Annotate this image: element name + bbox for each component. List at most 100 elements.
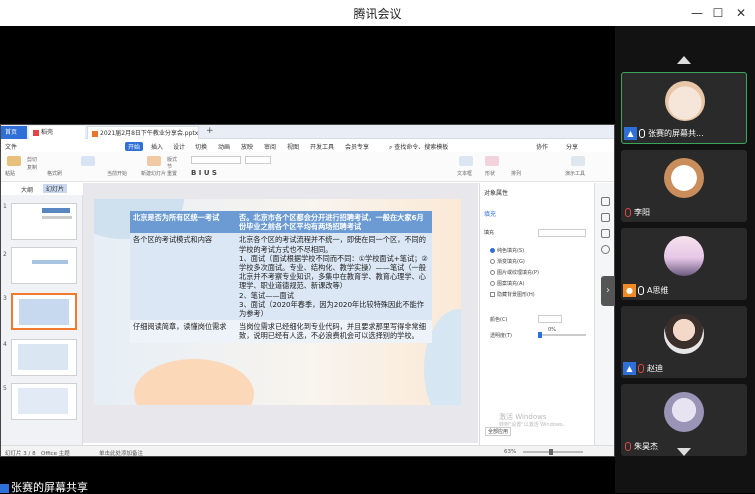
help-icon[interactable] <box>601 245 610 254</box>
table-cell-answer[interactable]: 否。北京市各个区都会分开进行招聘考试，一般在大家6月份毕业之前各个区平均有两场招… <box>236 211 432 234</box>
text-format-icons[interactable]: B I U S <box>191 169 217 177</box>
maximize-icon[interactable]: ☐ <box>707 3 729 23</box>
minimize-icon[interactable]: — <box>686 3 708 23</box>
fill-option-picture[interactable]: 图片或纹理填充(P) <box>490 269 539 276</box>
participant-card[interactable]: ● A思维 <box>621 228 747 300</box>
font-family-select[interactable] <box>191 156 241 164</box>
menu-animation[interactable]: 动画 <box>218 142 230 151</box>
fill-option-pattern[interactable]: 图案填充(A) <box>490 280 524 287</box>
menu-slideshow[interactable]: 放映 <box>241 142 253 151</box>
tab-home[interactable]: 首页 <box>1 126 27 139</box>
faq-table[interactable]: 北京是否为所有区统一考试 否。北京市各个区都会分开进行招聘考试，一般在大家6月份… <box>130 211 432 343</box>
tab-file[interactable]: 2021届2月8日下午教业分享会.pptx <box>87 126 199 139</box>
transparency-slider[interactable] <box>538 332 586 338</box>
format-painter-button[interactable]: 格式刷 <box>47 170 62 177</box>
slide-thumbnail-2[interactable] <box>11 247 77 284</box>
mic-muted-icon[interactable] <box>625 442 631 451</box>
mic-muted-icon[interactable] <box>625 208 631 217</box>
screen-share-indicator: 张赛的屏幕共享 <box>0 482 200 493</box>
slide-thumbnail-1[interactable] <box>11 203 77 240</box>
participant-name: 朱昊杰 <box>634 442 658 451</box>
table-cell-question[interactable]: 各个区的考试模式和内容 <box>130 233 236 321</box>
reset-button[interactable]: 重置 <box>167 170 177 177</box>
menu-design[interactable]: 设计 <box>173 142 185 151</box>
animation-icon[interactable] <box>601 229 610 238</box>
table-cell-answer[interactable]: 当岗位需求已经细化到专业代码，并且要求那里写得非常细致，说明已经有人选，不必浪费… <box>236 320 432 343</box>
style-icon[interactable] <box>601 213 610 222</box>
pane-tabs: 大纲 幻灯片 <box>1 183 81 194</box>
new-slide-icon[interactable] <box>147 156 161 166</box>
checkbox-icon <box>490 292 495 297</box>
zoom-value[interactable]: 63% <box>504 449 516 455</box>
participant-card[interactable]: ▲ 张赛的屏幕共... <box>621 72 747 144</box>
textbox-icon[interactable] <box>459 156 473 166</box>
color-picker[interactable] <box>538 315 562 323</box>
scroll-up-icon[interactable] <box>677 56 691 64</box>
fill-option-gradient[interactable]: 渐变填充(G) <box>490 258 525 265</box>
participant-name: 赵迪 <box>647 364 663 373</box>
participant-card[interactable]: 李阳 <box>621 150 747 222</box>
menu-transition[interactable]: 切换 <box>195 142 207 151</box>
presentation-tools-label: 演示工具 <box>565 171 586 177</box>
close-icon[interactable]: ✕ <box>730 3 752 23</box>
menu-view[interactable]: 视图 <box>287 142 299 151</box>
section-button[interactable]: 节 <box>167 163 172 170</box>
expand-panel-handle[interactable]: › <box>601 276 615 306</box>
slide-thumbnail-4[interactable] <box>11 339 77 376</box>
menu-insert[interactable]: 插入 <box>151 142 163 151</box>
slide-thumbnail-5[interactable] <box>11 383 77 420</box>
table-cell-question[interactable]: 仔细阅读简章，读懂岗位需求 <box>130 320 236 343</box>
table-cell-question[interactable]: 北京是否为所有区统一考试 <box>130 211 236 234</box>
slide-thumbnails-pane: 1 2 3 4 5 <box>1 195 83 445</box>
participant-card[interactable]: ▲ 赵迪 <box>621 306 747 378</box>
tab-docer[interactable]: 稻壳 <box>29 126 85 139</box>
start-from-current-label: 当前开始 <box>107 171 128 177</box>
start-from-current-icon[interactable] <box>81 156 95 166</box>
participants-panel: ▲ 张赛的屏幕共... 李阳 ● A思维 ▲ 赵迪 朱昊杰 <box>615 26 755 493</box>
tab-fill[interactable]: 填充 <box>484 209 496 218</box>
presentation-tools-icon[interactable] <box>571 156 585 166</box>
mic-icon[interactable] <box>639 129 645 138</box>
paste-icon[interactable] <box>7 156 21 166</box>
avatar <box>664 392 704 432</box>
menu-devtools[interactable]: 开发工具 <box>310 142 334 151</box>
menu-start[interactable]: 开始 <box>125 142 144 151</box>
object-properties-panel: 对象属性 填充 填充 纯色填充(S) 渐变填充(G) 图片或纹理填充(P) 图案… <box>479 183 593 445</box>
slider-handle[interactable] <box>538 332 542 338</box>
right-toolbar-strip <box>594 183 614 445</box>
arrange-button[interactable]: 排列 <box>511 170 521 177</box>
font-size-select[interactable] <box>245 156 271 164</box>
menu-member[interactable]: 会员专享 <box>345 142 369 151</box>
new-tab-icon[interactable]: + <box>206 126 214 136</box>
zoom-slider[interactable] <box>523 449 583 455</box>
properties-icon[interactable] <box>601 197 610 206</box>
status-bar: 幻灯片 3 / 8 Office 主题 单击此处添加备注 63% <box>1 445 614 456</box>
color-label: 颜色(C) <box>490 317 508 323</box>
layout-button[interactable]: 版式 <box>167 156 177 163</box>
fill-select[interactable] <box>538 229 586 237</box>
collab-button[interactable]: 协作 <box>536 142 548 151</box>
shape-icon[interactable] <box>485 156 499 166</box>
slide-thumbnail-3[interactable] <box>11 293 77 330</box>
table-cell-answer[interactable]: 北京各个区的考试流程并不统一，即使在同一个区，不同的学校的考试方式也不尽相同。 … <box>236 233 432 321</box>
copy-button[interactable]: 复制 <box>27 164 37 171</box>
tab-outline[interactable]: 大纲 <box>21 185 33 194</box>
mic-muted-icon[interactable] <box>638 364 644 373</box>
zoom-slider-handle[interactable] <box>549 449 553 455</box>
participant-card[interactable]: 朱昊杰 <box>621 384 747 456</box>
avatar <box>664 158 704 198</box>
fill-option-solid[interactable]: 纯色填充(S) <box>490 247 524 254</box>
mic-icon[interactable] <box>638 286 644 295</box>
cut-button[interactable]: 剪切 <box>27 156 37 163</box>
search-input[interactable]: ⌕ 查找命令、搜索模板 <box>389 142 448 152</box>
notes-placeholder[interactable]: 单击此处添加备注 <box>99 449 143 456</box>
scroll-down-icon[interactable] <box>677 448 691 456</box>
fill-section-title: 填充 <box>484 230 495 236</box>
tab-slides[interactable]: 幻灯片 <box>43 184 68 193</box>
apply-all-button[interactable]: 全部应用 <box>485 427 512 436</box>
current-slide[interactable]: 北京是否为所有区统一考试 否。北京市各个区都会分开进行招聘考试，一般在大家6月份… <box>94 199 461 405</box>
share-button[interactable]: 分享 <box>566 142 578 151</box>
menu-review[interactable]: 审阅 <box>264 142 276 151</box>
menu-file[interactable]: 文件 <box>5 142 17 151</box>
hide-background-checkbox[interactable]: 隐藏背景图形(H) <box>490 291 535 298</box>
